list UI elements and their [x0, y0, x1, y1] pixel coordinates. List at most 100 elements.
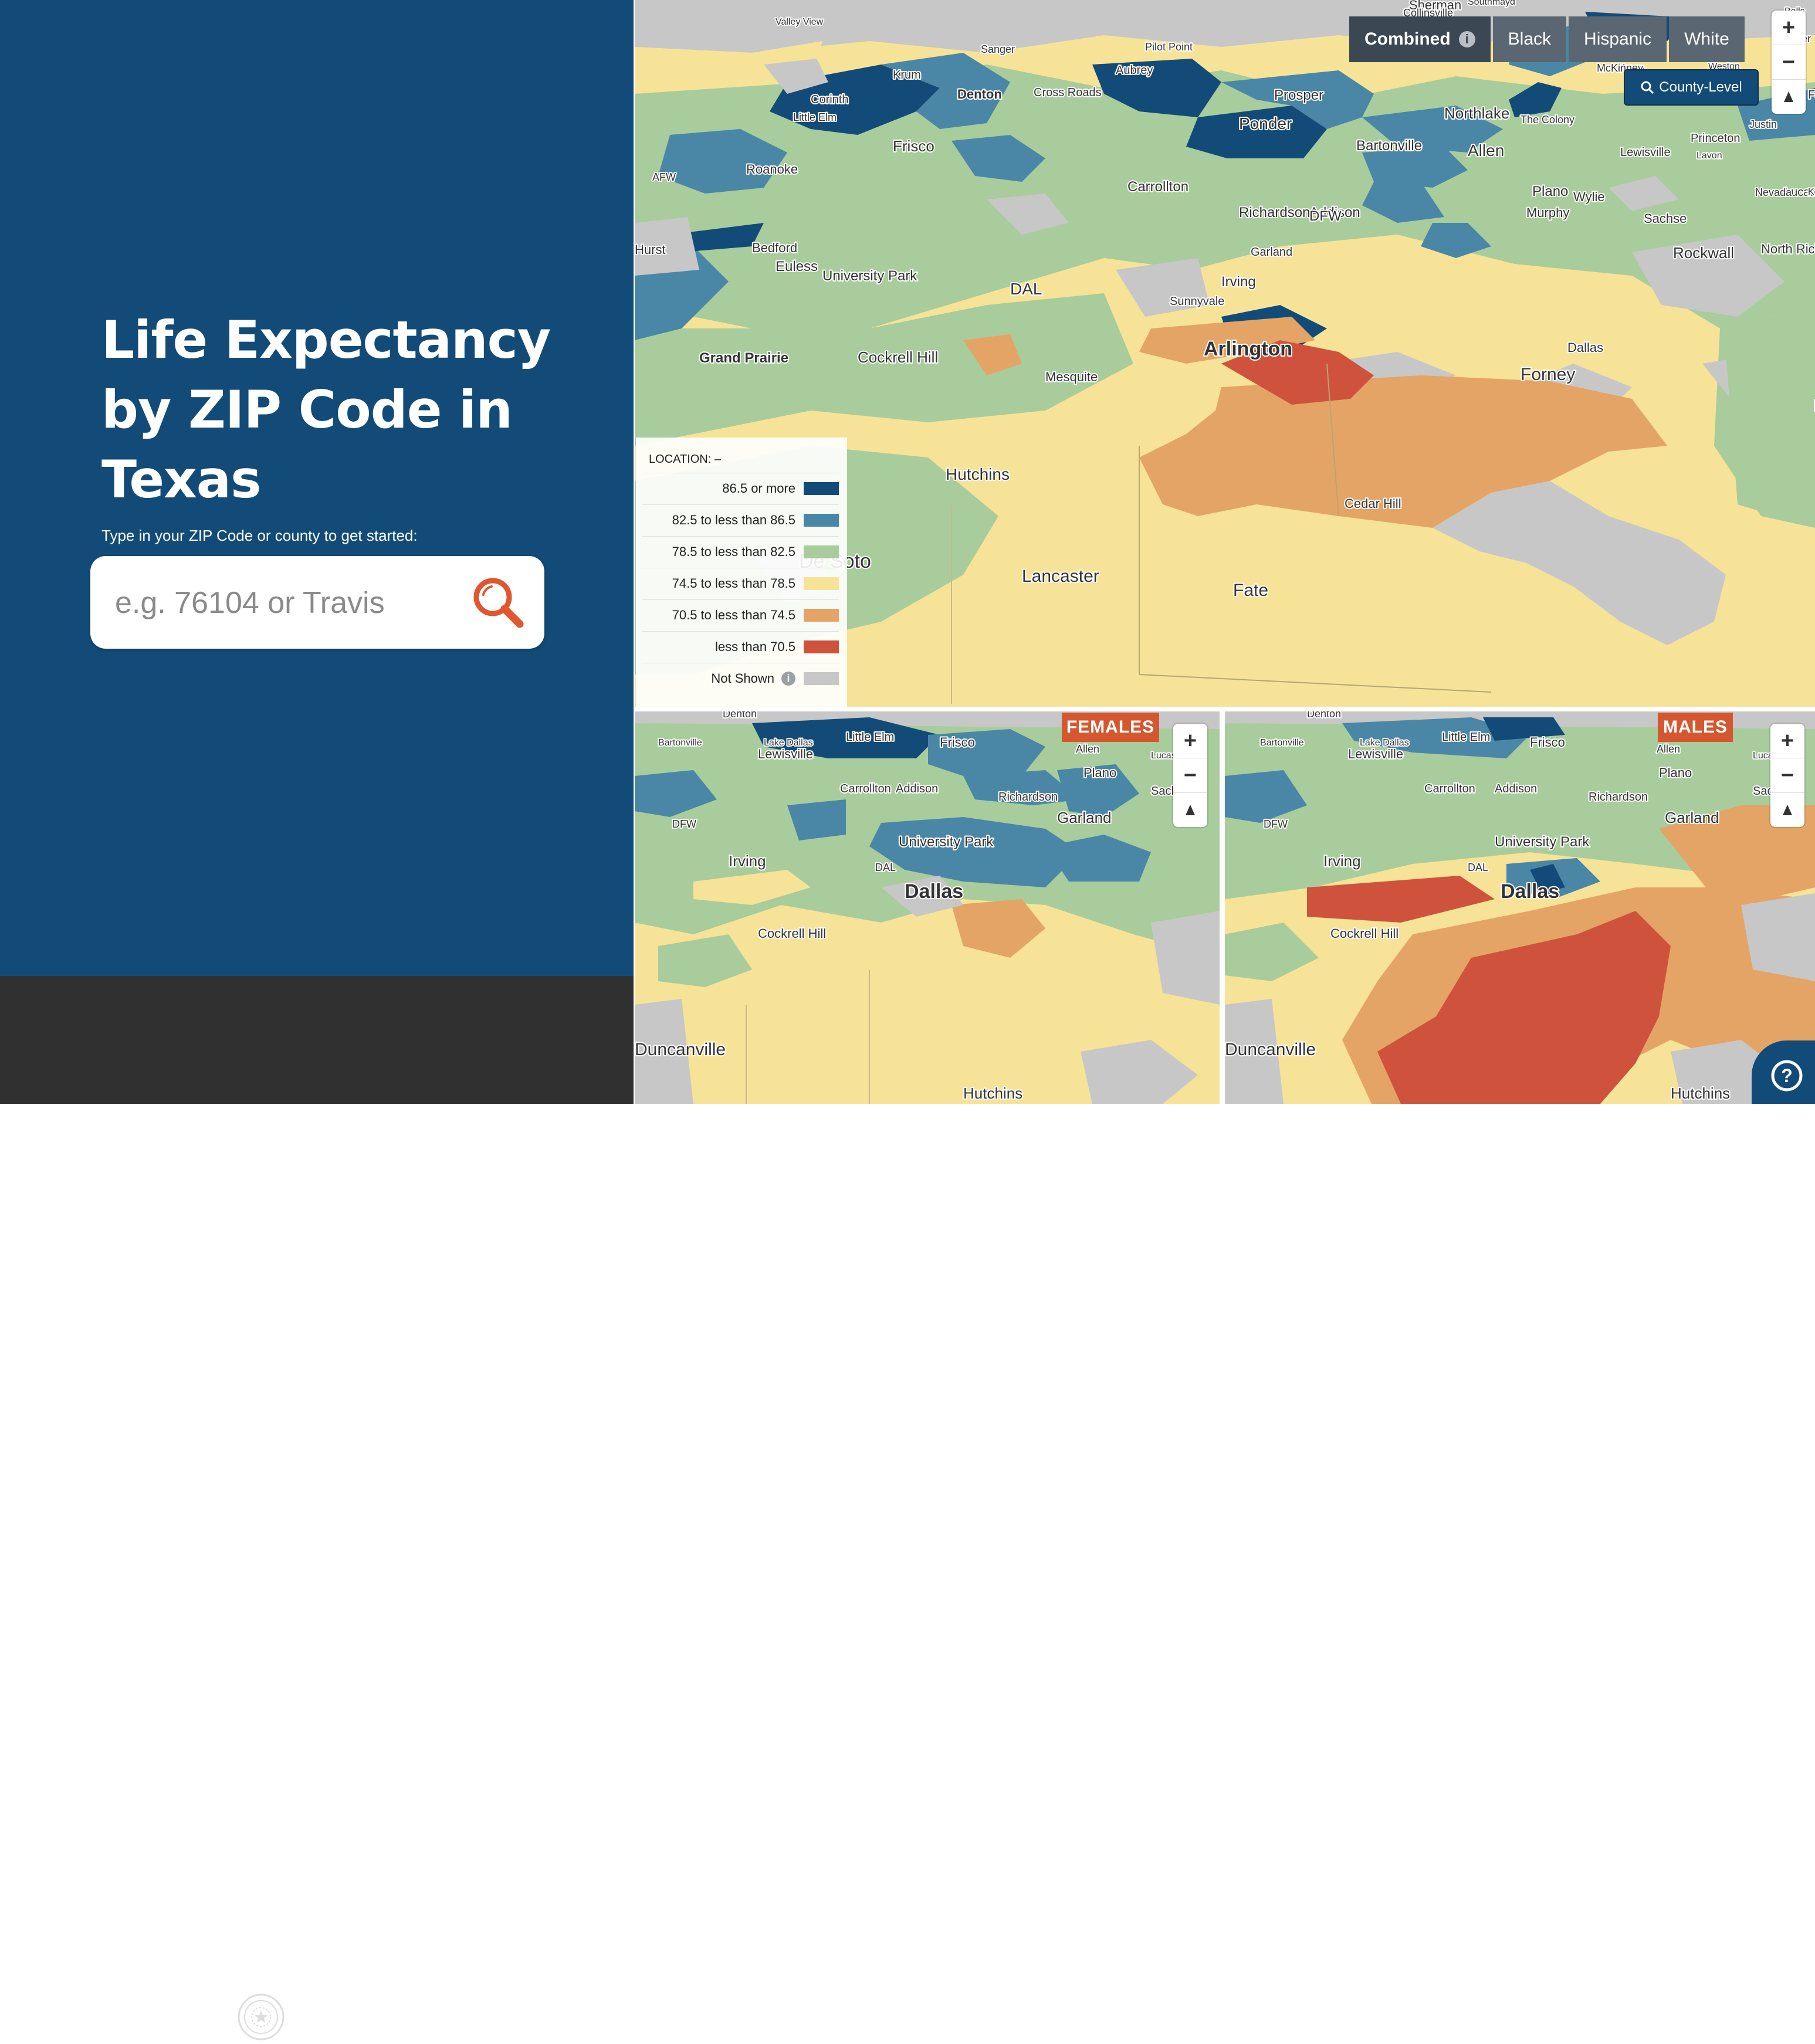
map-place-label: Lewisville — [1620, 146, 1671, 159]
map-place-label: Duncanville — [1225, 1040, 1316, 1059]
map-place-label: Sachse — [1644, 211, 1687, 226]
map-place-label: Euless — [776, 259, 818, 274]
females-label: FEMALES — [1062, 713, 1159, 742]
legend-swatch — [804, 482, 839, 495]
map-place-label: Keller — [1808, 187, 1815, 197]
zoom-in-button[interactable]: + — [1173, 724, 1207, 758]
compass-icon — [1783, 805, 1792, 815]
map-place-label: Mesquite — [1045, 370, 1098, 384]
map-place-label: Bedford — [752, 240, 797, 255]
tab-combined-label: Combined — [1364, 29, 1451, 49]
map-place-label: DAL — [1010, 280, 1042, 298]
map-place-label: Frisco — [1530, 735, 1565, 750]
zoom-in-button[interactable]: + — [1770, 724, 1804, 758]
compass-icon — [1784, 91, 1793, 102]
compass-button[interactable] — [1772, 80, 1806, 114]
map-place-label: Richardson — [1589, 791, 1648, 804]
tab-black[interactable]: Black — [1492, 16, 1567, 62]
legend-item: 74.5 to less than 78.5 — [642, 568, 839, 599]
map-place-label: DAL — [1468, 862, 1488, 873]
map-place-label: Addison — [1495, 782, 1537, 795]
legend-label: 74.5 to less than 78.5 — [672, 576, 795, 591]
males-label: MALES — [1658, 713, 1733, 742]
map-place-label: Southmayd — [1468, 0, 1515, 7]
map-place-label: Northlake — [1444, 104, 1509, 122]
search-input[interactable] — [114, 576, 480, 630]
map-place-label: Allen — [1468, 141, 1504, 160]
race-tab-bar: Combined i Black Hispanic White — [1349, 16, 1745, 62]
male-zoom-controls: + − — [1770, 724, 1804, 827]
utsouthwestern-logo[interactable]: UTSouthwestern Medical Center — [62, 2000, 189, 2036]
map-place-label: Nevada — [1755, 187, 1792, 198]
tab-white[interactable]: White — [1669, 16, 1745, 62]
map-place-label: Garland — [1665, 809, 1719, 826]
legend-label: 70.5 to less than 74.5 — [672, 608, 795, 622]
map-place-label: Irving — [1323, 852, 1361, 870]
map-place-label: Duncanville — [635, 1040, 726, 1059]
map-place-label: Addison — [896, 782, 938, 795]
map-place-label: DFW — [1309, 208, 1342, 224]
uthealth-subtitle-line2: Health Science Center at Tyler — [351, 2031, 437, 2039]
map-place-label: Ponder — [1239, 114, 1292, 133]
female-map[interactable]: Denton Bartonville Lake Dallas Little Elm Fr… — [635, 711, 1220, 1104]
map-place-label: The Colony — [1521, 114, 1574, 126]
legend-item: 78.5 to less than 82.5 — [642, 536, 839, 567]
map-place-label: Irving — [729, 852, 766, 870]
utsw-subtitle: Medical Center — [98, 2021, 189, 2036]
map-place-label: Cockrell Hill — [1330, 926, 1399, 941]
tab-hispanic-label: Hispanic — [1584, 29, 1652, 49]
compass-button[interactable] — [1770, 793, 1804, 827]
help-button[interactable]: ? — [1752, 1040, 1815, 1104]
search-icon[interactable] — [469, 574, 526, 630]
map-place-label: Princeton — [1691, 132, 1740, 145]
map-place-label: Murphy — [1526, 205, 1569, 220]
map-place-label: Carrollton — [1424, 782, 1475, 795]
map-place-label: Prosper — [1274, 87, 1323, 103]
map-place-label: Sanger — [981, 43, 1015, 55]
map-place-label: Little Elm — [846, 731, 894, 744]
map-place-label: Frisco — [893, 137, 934, 155]
legend-label: 78.5 to less than 82.5 — [672, 544, 795, 559]
map-place-label: Fate — [1233, 581, 1268, 600]
male-map[interactable]: Denton Bartonville Lake Dallas Little Elm Fr… — [1225, 711, 1815, 1104]
county-level-button[interactable]: County-Level — [1624, 69, 1759, 106]
page-title: Life Expectancy by ZIP Code in Texas — [101, 310, 551, 510]
help-icon: ? — [1771, 1060, 1803, 1092]
map-place-label: Roanoke — [746, 162, 798, 177]
compass-button[interactable] — [1173, 793, 1207, 827]
university-seal-icon[interactable] — [237, 1993, 285, 2041]
map-place-label: Little Elm — [1442, 731, 1490, 744]
map-place-label: Frisco — [940, 735, 975, 750]
map-place-label: Dallas — [1501, 880, 1559, 903]
zoom-in-button[interactable]: + — [1772, 11, 1806, 45]
map-place-label: Cockrell Hill — [758, 926, 826, 941]
map-place-label: Bartonville — [658, 738, 702, 748]
tab-hispanic[interactable]: Hispanic — [1569, 16, 1667, 62]
legend-label: 82.5 to less than 86.5 — [672, 513, 795, 527]
zoom-out-button[interactable]: − — [1772, 45, 1806, 80]
legend-item: 86.5 or more — [642, 473, 839, 504]
map-place-label: Garland — [1251, 246, 1292, 259]
map-place-label: Justin — [1749, 118, 1777, 130]
map-place-label: Forney — [1521, 365, 1575, 384]
legend-swatch — [804, 514, 839, 527]
map-place-label: Denton — [723, 711, 757, 720]
map-place-label: Arlington — [1204, 338, 1292, 360]
info-icon[interactable]: i — [781, 672, 795, 686]
zoom-out-button[interactable]: − — [1770, 758, 1804, 793]
legend-item: less than 70.5 — [642, 631, 839, 662]
info-icon[interactable]: i — [1458, 31, 1475, 48]
main-zoom-controls: + − — [1772, 11, 1806, 114]
map-place-label: Carrollton — [1127, 179, 1188, 195]
map-place-label: Richardson — [998, 791, 1058, 804]
map-place-label: Cross Roads — [1034, 86, 1102, 99]
map-place-label: Dallas — [905, 880, 963, 903]
map-place-label: Garland — [1057, 809, 1112, 826]
legend-item: 70.5 to less than 74.5 — [642, 599, 839, 631]
map-place-label: Pilot Point — [1145, 41, 1193, 53]
map-place-label: DAL — [875, 862, 896, 873]
legend-heading: LOCATION: – — [649, 453, 721, 466]
zoom-out-button[interactable]: − — [1173, 758, 1207, 793]
tab-combined[interactable]: Combined i — [1349, 16, 1491, 62]
map-place-label: Grand Prairie — [699, 350, 788, 366]
